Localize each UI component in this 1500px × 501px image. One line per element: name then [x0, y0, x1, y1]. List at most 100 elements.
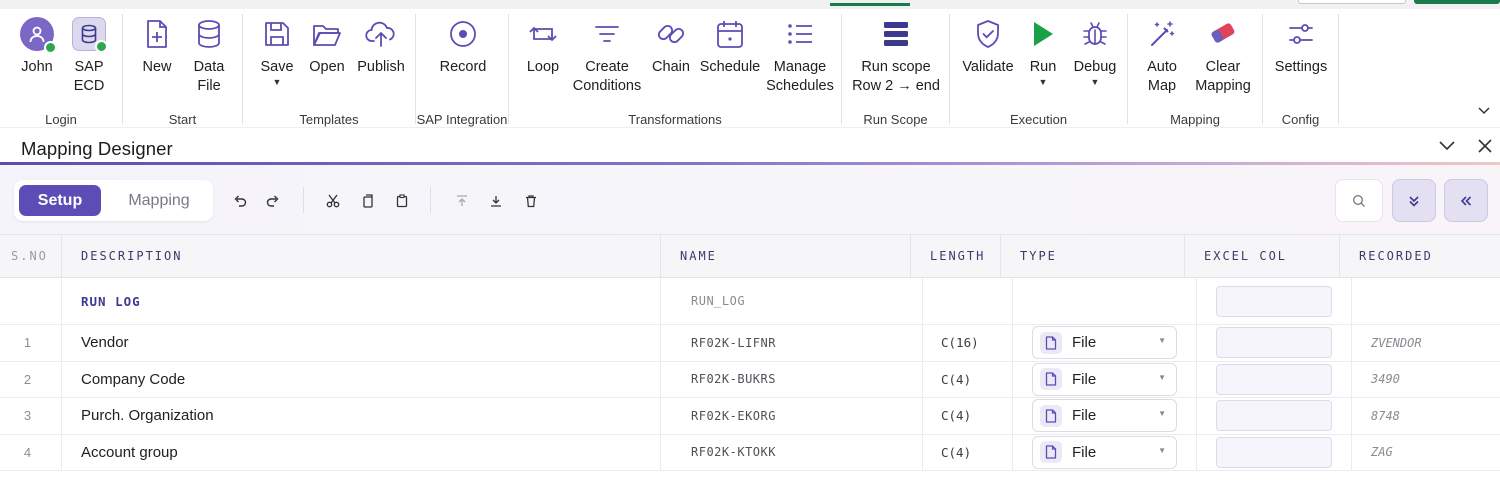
group-label-execution: Execution [1009, 112, 1068, 127]
top-search-input[interactable] [1298, 0, 1406, 4]
insert-below-icon[interactable] [488, 193, 504, 209]
column-header-type[interactable]: TYPE [1001, 235, 1185, 278]
copy-icon[interactable] [360, 193, 376, 209]
type-cell: File ▼ [1013, 398, 1197, 434]
ribbon-group-mapping: Auto Map Clear Mapping Mapping [1128, 14, 1263, 127]
open-label: Open [309, 59, 345, 75]
manage-schedules-button[interactable]: Manage Schedules [765, 14, 835, 96]
clear-mapping-button[interactable]: Clear Mapping [1190, 14, 1256, 96]
length-cell: C(4) [923, 361, 1013, 397]
excel-col-input[interactable] [1216, 436, 1332, 468]
column-header-excel-col[interactable]: EXCEL COL [1185, 235, 1340, 278]
save-label: Save [260, 59, 294, 75]
close-icon[interactable] [1477, 138, 1493, 159]
excel-col-input[interactable] [1216, 327, 1332, 359]
ribbon: John SAP ECD Login New Data File Start S… [0, 9, 1500, 127]
column-header-name[interactable]: NAME [661, 235, 911, 278]
settings-label: Settings [1274, 59, 1328, 75]
collapse-panel-button[interactable] [1444, 179, 1488, 222]
eraser-icon [1211, 23, 1235, 43]
publish-button[interactable]: Publish [356, 14, 406, 77]
new-button[interactable]: New [139, 14, 175, 77]
expand-all-button[interactable] [1392, 179, 1436, 222]
data-file-label-1: Data [193, 59, 225, 75]
open-button[interactable]: Open [305, 14, 349, 77]
group-label-config: Config [1281, 112, 1320, 127]
grid-header: S.NO DESCRIPTION NAME LENGTH TYPE EXCEL … [0, 235, 1500, 278]
record-button[interactable]: Record [438, 14, 488, 77]
name-cell: RF02K-KTOKK [661, 434, 923, 470]
type-select[interactable]: File ▼ [1032, 435, 1177, 469]
publish-label: Publish [357, 59, 405, 75]
save-chevron-down-icon[interactable]: ▼ [273, 77, 282, 87]
chain-label: Chain [652, 59, 690, 75]
undo-icon[interactable] [232, 193, 248, 209]
loop-button[interactable]: Loop [523, 14, 563, 77]
redo-icon[interactable] [265, 193, 281, 209]
save-button[interactable]: Save ▼ [257, 14, 297, 87]
sap-ecd-label-2: ECD [73, 78, 105, 94]
create-conditions-button[interactable]: Create Conditions [571, 14, 643, 96]
tab-mapping[interactable]: Mapping [114, 185, 204, 216]
ribbon-tab-strip [0, 0, 1500, 9]
top-action-button[interactable] [1414, 0, 1500, 4]
record-label: Record [439, 59, 487, 75]
schedule-button[interactable]: Schedule [699, 14, 761, 77]
type-select[interactable]: File ▼ [1032, 362, 1177, 396]
sno-cell: 2 [0, 361, 62, 397]
debug-button[interactable]: Debug ▼ [1070, 14, 1120, 87]
excel-col-input[interactable] [1216, 400, 1332, 432]
validate-button[interactable]: Validate [962, 14, 1014, 77]
ribbon-collapse-chevron-icon[interactable] [1478, 102, 1490, 118]
table-row-run-log[interactable]: RUN LOG RUN_LOG [0, 278, 1500, 325]
excel-col-input[interactable] [1216, 285, 1332, 317]
length-cell: C(16) [923, 325, 1013, 361]
chevrons-down-icon [1409, 195, 1419, 207]
run-button[interactable]: Run ▼ [1024, 14, 1062, 87]
column-header-description[interactable]: DESCRIPTION [62, 235, 661, 278]
sap-ecd-button[interactable]: SAP ECD [66, 14, 112, 96]
type-value: File [1072, 407, 1097, 425]
file-icon [1040, 331, 1062, 354]
debug-chevron-down-icon[interactable]: ▼ [1091, 77, 1100, 87]
ribbon-group-login: John SAP ECD Login [0, 14, 123, 127]
trash-icon[interactable] [523, 193, 539, 209]
cut-icon[interactable] [325, 193, 341, 209]
rows-icon [884, 22, 908, 46]
recorded-cell: ZVENDOR [1371, 335, 1422, 350]
save-icon [265, 22, 289, 46]
new-file-icon [147, 20, 167, 48]
chevrons-left-icon [1460, 195, 1472, 206]
table-row[interactable]: 3 Purch. Organization RF02K-EKORG C(4) F… [0, 398, 1500, 435]
user-button[interactable]: John [14, 14, 60, 77]
type-select[interactable]: File ▼ [1032, 399, 1177, 433]
excel-col-input[interactable] [1216, 363, 1332, 395]
clear-mapping-label-1: Clear [1205, 59, 1241, 75]
group-label-templates: Templates [299, 112, 359, 127]
excel-col-cell [1197, 398, 1352, 434]
table-row[interactable]: 4 Account group RF02K-KTOKK C(4) File ▼ … [0, 434, 1500, 471]
auto-map-button[interactable]: Auto Map [1140, 14, 1184, 96]
type-cell: File ▼ [1013, 361, 1197, 397]
data-file-button[interactable]: Data File [189, 14, 229, 96]
sno-cell [0, 278, 62, 324]
paste-icon[interactable] [394, 193, 410, 209]
recorded-cell: 8748 [1371, 408, 1400, 423]
table-row[interactable]: 2 Company Code RF02K-BUKRS C(4) File ▼ 3… [0, 361, 1500, 398]
settings-button[interactable]: Settings [1271, 14, 1331, 77]
type-select[interactable]: File ▼ [1032, 326, 1177, 360]
chain-button[interactable]: Chain [651, 14, 691, 77]
column-header-recorded[interactable]: RECORDED [1340, 235, 1500, 278]
table-row[interactable]: 1 Vendor RF02K-LIFNR C(16) File ▼ ZVENDO… [0, 325, 1500, 362]
column-header-sno[interactable]: S.NO [0, 235, 62, 278]
run-scope-button[interactable]: Run scope Row 2 → end [848, 14, 944, 96]
column-header-length[interactable]: LENGTH [911, 235, 1001, 278]
group-label-sap-integration: SAP Integration [416, 112, 508, 127]
pane-chevron-down-icon[interactable] [1438, 138, 1456, 157]
tab-setup[interactable]: Setup [19, 185, 101, 216]
pane-header: Mapping Designer [0, 127, 1500, 163]
group-label-start: Start [168, 112, 197, 127]
search-button[interactable] [1335, 179, 1383, 222]
play-icon [1034, 22, 1053, 46]
run-chevron-down-icon[interactable]: ▼ [1039, 77, 1048, 87]
